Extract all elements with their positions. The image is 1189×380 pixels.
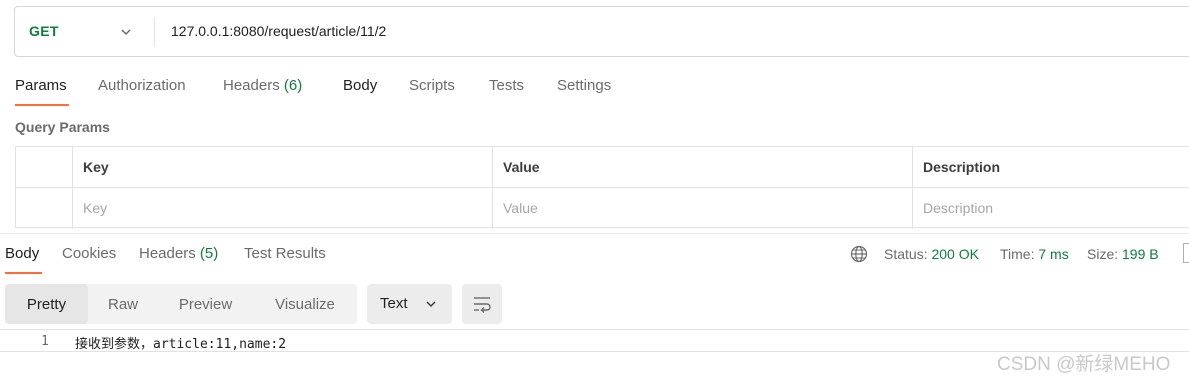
query-params-title: Query Params [15, 119, 110, 135]
chevron-down-icon[interactable] [119, 25, 133, 39]
response-tab-test-results[interactable]: Test Results [244, 245, 326, 262]
globe-icon[interactable] [850, 245, 868, 263]
pane-splitter[interactable] [0, 233, 1189, 234]
response-size[interactable]: Size: 199 B [1087, 246, 1159, 262]
line-number: 1 [41, 334, 49, 349]
response-tab-cookies[interactable]: Cookies [62, 245, 116, 262]
wrap-lines-icon [474, 297, 491, 313]
tab-params[interactable]: Params [15, 77, 67, 94]
time-label: Time: [1000, 246, 1035, 262]
url-divider [154, 17, 155, 47]
tab-label: Test Results [244, 245, 326, 262]
placeholder-text: Description [923, 200, 994, 216]
tab-count: (5) [199, 245, 219, 262]
size-value: 199 B [1122, 246, 1159, 262]
tab-headers[interactable]: Headers (6) [223, 77, 302, 94]
table-row: Key Value Description [16, 188, 1189, 229]
query-params-table: Key Value Description Key Value Descript… [15, 146, 1189, 229]
bulk-select-cell [16, 147, 72, 187]
response-status[interactable]: Status: 200 OK [884, 246, 979, 262]
view-mode-raw[interactable]: Raw [88, 284, 158, 324]
tab-label: Headers [139, 245, 196, 262]
column-header-label: Value [503, 159, 540, 175]
status-label: Status: [884, 246, 928, 262]
param-description-input[interactable]: Description [912, 188, 1189, 229]
tab-settings[interactable]: Settings [557, 77, 611, 94]
response-tab-body[interactable]: Body [5, 245, 39, 262]
request-url-bar: GET 127.0.0.1:8080/request/article/11/2 [14, 6, 1189, 57]
tab-label: Params [15, 77, 67, 94]
active-tab-indicator [15, 104, 69, 106]
active-response-tab-indicator [5, 272, 42, 274]
tab-label: Scripts [409, 77, 455, 94]
status-value: 200 OK [931, 246, 979, 262]
placeholder-text: Key [83, 200, 108, 216]
row-checkbox-cell [16, 188, 72, 229]
view-mode-toggle: Pretty Raw Preview Visualize [5, 284, 357, 324]
column-header-description: Description [912, 147, 1189, 187]
tab-body[interactable]: Body [343, 77, 377, 94]
response-body-line: 接收到参数，article:11,name:2 [75, 337, 287, 352]
tab-label: Body [5, 245, 40, 262]
table-header-row: Key Value Description [16, 147, 1189, 188]
tab-scripts[interactable]: Scripts [409, 77, 455, 94]
view-mode-preview[interactable]: Preview [158, 284, 253, 324]
placeholder-text: Value [503, 200, 538, 216]
time-value: 7 ms [1038, 246, 1069, 262]
param-key-input[interactable]: Key [72, 188, 492, 229]
param-value-input[interactable]: Value [492, 188, 912, 229]
chevron-down-icon [426, 301, 436, 308]
url-input[interactable]: 127.0.0.1:8080/request/article/11/2 [171, 23, 386, 39]
tab-label: Body [343, 77, 378, 94]
tab-count: (6) [283, 77, 303, 94]
wrap-lines-button[interactable] [462, 284, 502, 324]
tab-label: Tests [489, 77, 525, 94]
save-response-button[interactable] [1183, 243, 1189, 263]
column-header-label: Description [923, 159, 1001, 175]
tab-label: Settings [557, 77, 612, 94]
response-time[interactable]: Time: 7 ms [1000, 246, 1069, 262]
view-mode-pretty[interactable]: Pretty [5, 284, 88, 324]
column-header-label: Key [83, 159, 109, 175]
column-header-key: Key [72, 147, 492, 187]
size-label: Size: [1087, 246, 1119, 262]
tab-authorization[interactable]: Authorization [98, 77, 186, 94]
format-select-label: Text [380, 295, 408, 312]
format-select[interactable]: Text [367, 284, 452, 324]
response-tab-headers[interactable]: Headers (5) [139, 245, 218, 262]
watermark: CSDN @新绿MEHO [997, 354, 1171, 375]
view-mode-visualize[interactable]: Visualize [253, 284, 357, 324]
method-select[interactable]: GET [29, 23, 59, 39]
tab-tests[interactable]: Tests [489, 77, 524, 94]
tab-label: Cookies [62, 245, 117, 262]
tab-label: Headers [223, 77, 280, 94]
tab-label: Authorization [98, 77, 186, 94]
column-header-value: Value [492, 147, 912, 187]
